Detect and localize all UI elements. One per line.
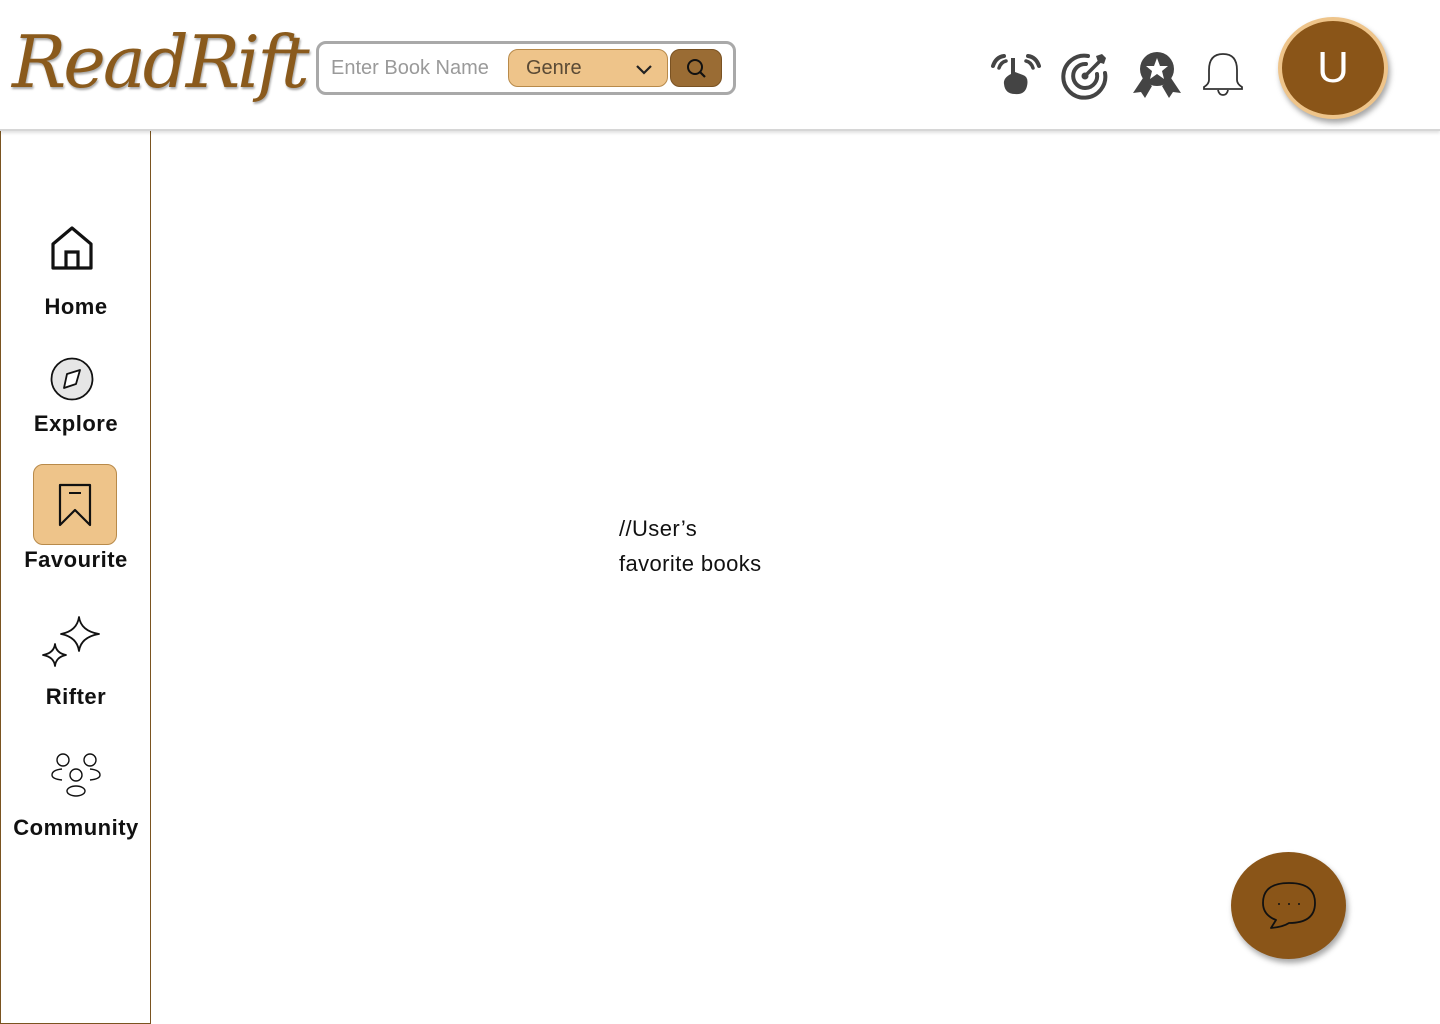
chat-button[interactable]: [1231, 852, 1346, 959]
placeholder-line: //User’s: [619, 516, 698, 541]
bell-notification-icon[interactable]: [1196, 48, 1250, 100]
chevron-down-icon: [636, 65, 652, 75]
book-search-input[interactable]: [331, 53, 506, 83]
readrift-logo[interactable]: ReadRift: [12, 12, 310, 112]
people-group-icon: [51, 753, 101, 797]
award-badge-icon[interactable]: [1130, 48, 1184, 100]
user-avatar[interactable]: U: [1278, 17, 1388, 119]
chat-bubble-icon: [1262, 882, 1316, 929]
compass-icon: [50, 357, 94, 401]
placeholder-line: favorite books: [619, 551, 762, 576]
sidebar-item-explore[interactable]: Explore: [1, 353, 151, 443]
search-button[interactable]: [670, 49, 722, 87]
bookmark-icon: [58, 483, 92, 527]
sidebar-item-community[interactable]: Community: [1, 751, 151, 851]
genre-dropdown-label: Genre: [526, 57, 582, 79]
streak-hand-icon[interactable]: [989, 48, 1043, 100]
sidebar-item-label: Favourite: [24, 547, 128, 572]
sidebar-nav: Home Explore Favourite Rifter Community: [0, 131, 151, 1024]
sidebar-item-label: Home: [44, 294, 108, 319]
sidebar-item-label: Rifter: [45, 684, 107, 709]
search-bar: Genre: [316, 41, 736, 95]
genre-dropdown[interactable]: Genre: [508, 49, 668, 87]
favourites-placeholder-text: //User’s favorite books: [619, 511, 762, 581]
sidebar-item-label: Explore: [33, 411, 119, 436]
sparkle-icon: [42, 616, 100, 667]
top-header: ReadRift Genre: [0, 0, 1440, 131]
home-icon: [51, 226, 93, 270]
sidebar-item-rifter[interactable]: Rifter: [1, 614, 151, 714]
search-icon: [687, 59, 706, 78]
target-goal-icon[interactable]: [1058, 48, 1112, 100]
sidebar-item-home[interactable]: Home: [1, 216, 151, 326]
sidebar-item-favourite[interactable]: Favourite: [1, 464, 151, 576]
sidebar-item-label: Community: [13, 815, 139, 840]
